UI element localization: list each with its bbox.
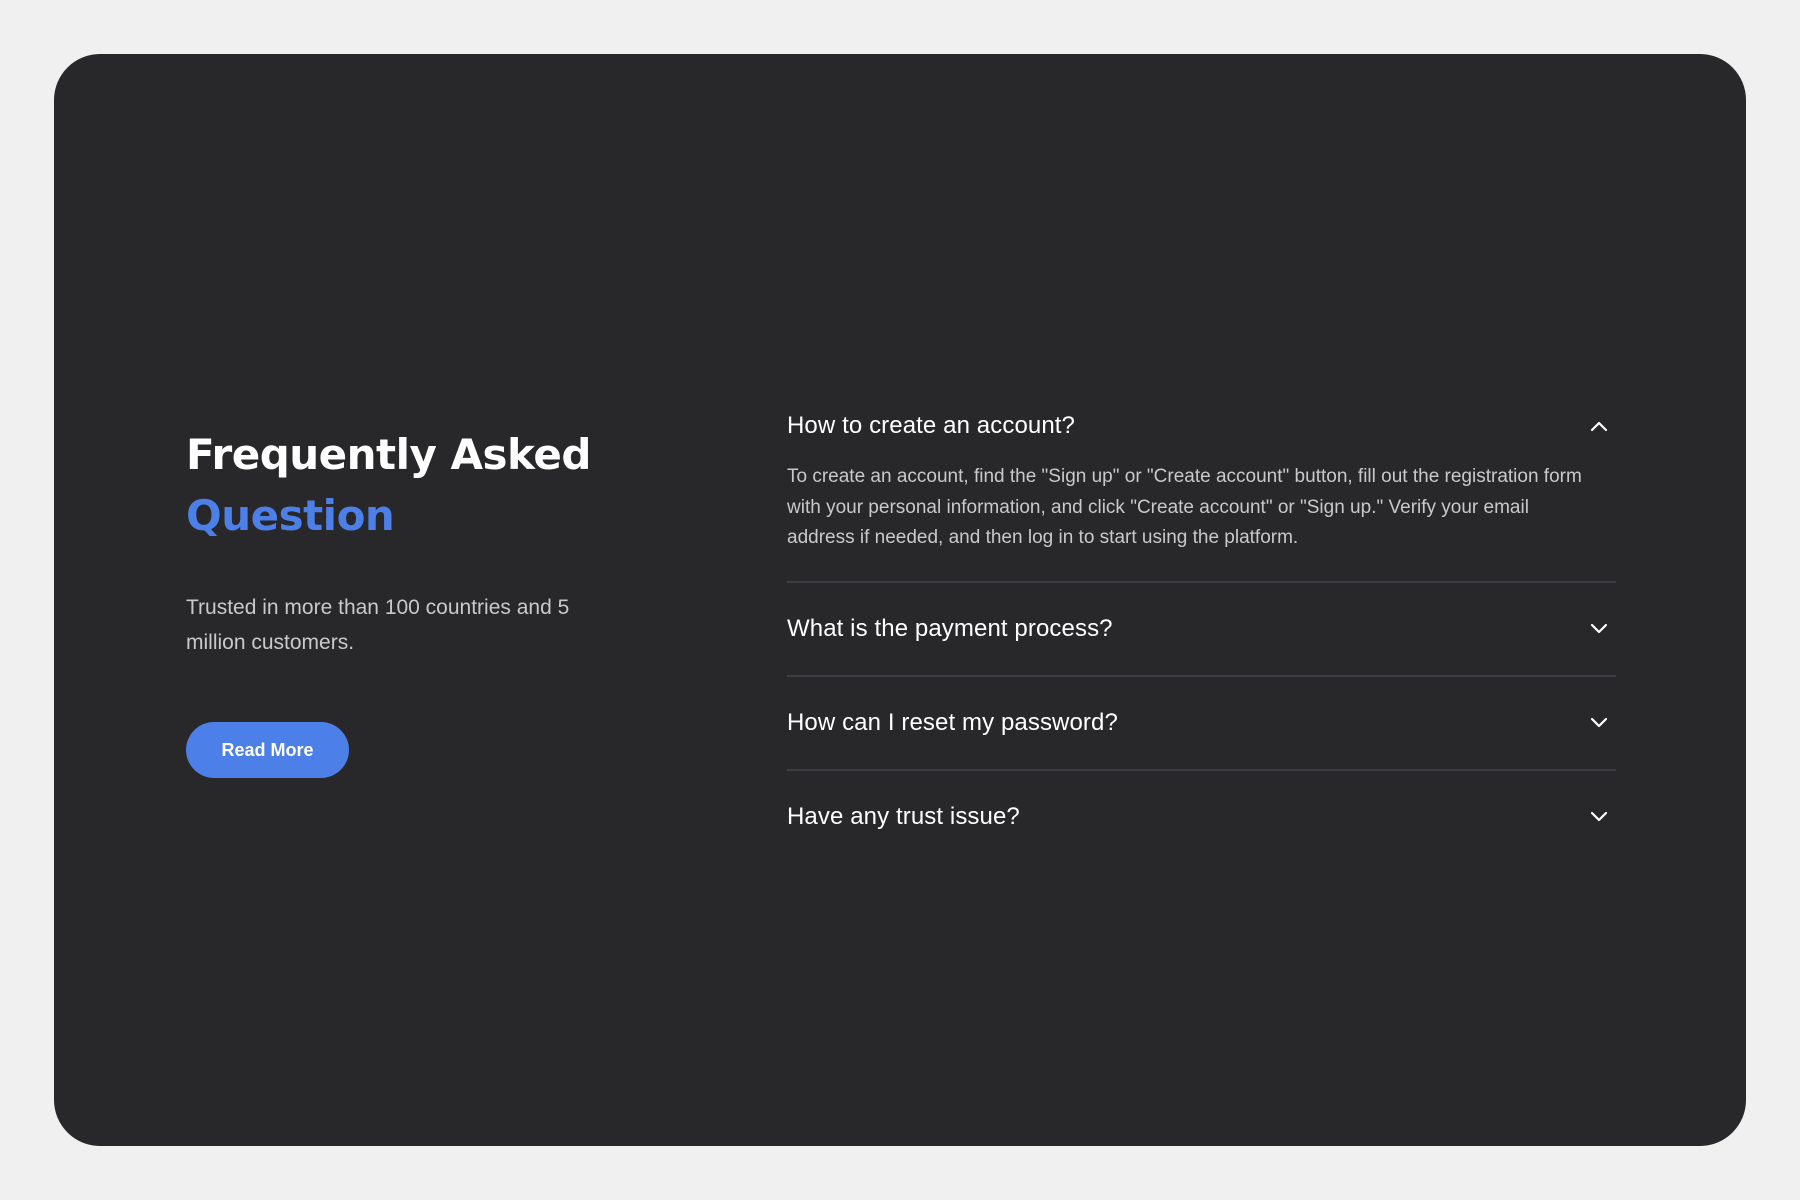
faq-toggle-trust-issue[interactable]: Have any trust issue? bbox=[787, 771, 1616, 863]
faq-card: Frequently Asked Question Trusted in mor… bbox=[54, 54, 1746, 1146]
faq-question: What is the payment process? bbox=[787, 614, 1113, 642]
faq-toggle-create-account[interactable]: How to create an account? bbox=[787, 391, 1616, 461]
chevron-down-icon[interactable] bbox=[1588, 618, 1610, 640]
chevron-down-icon[interactable] bbox=[1588, 712, 1610, 734]
faq-item-create-account: How to create an account? To create an a… bbox=[787, 391, 1616, 583]
chevron-down-icon[interactable] bbox=[1588, 806, 1610, 828]
faq-intro: Frequently Asked Question Trusted in mor… bbox=[186, 424, 666, 778]
subtitle-text: Trusted in more than 100 countries and 5… bbox=[186, 596, 570, 654]
title-line-1: Frequently Asked bbox=[186, 430, 591, 479]
faq-toggle-payment-process[interactable]: What is the payment process? bbox=[787, 583, 1616, 675]
faq-accordion: How to create an account? To create an a… bbox=[787, 391, 1616, 863]
faq-question: How to create an account? bbox=[787, 412, 1076, 439]
faq-item-trust-issue: Have any trust issue? bbox=[787, 771, 1616, 863]
page-title: Frequently Asked Question bbox=[186, 424, 666, 546]
chevron-up-icon[interactable] bbox=[1588, 415, 1610, 437]
faq-question: Have any trust issue? bbox=[787, 802, 1020, 830]
faq-item-payment-process: What is the payment process? bbox=[787, 583, 1616, 677]
faq-answer: To create an account, find the "Sign up"… bbox=[787, 466, 1582, 548]
faq-item-reset-password: How can I reset my password? bbox=[787, 677, 1616, 771]
faq-toggle-reset-password[interactable]: How can I reset my password? bbox=[787, 677, 1616, 769]
faq-question: How can I reset my password? bbox=[787, 708, 1118, 736]
title-line-2-accent: Question bbox=[186, 491, 395, 540]
read-more-button[interactable]: Read More bbox=[186, 722, 349, 778]
